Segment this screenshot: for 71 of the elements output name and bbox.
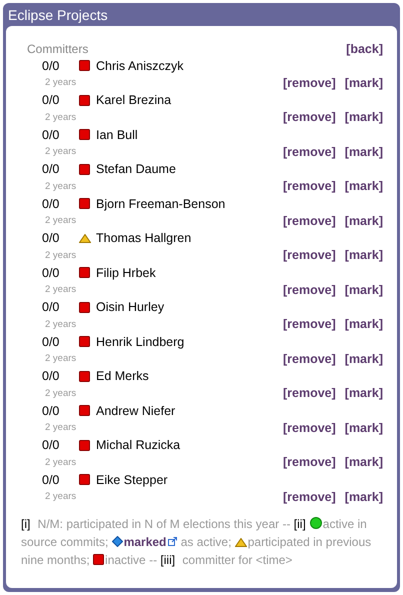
mark-link[interactable]: [mark] <box>344 352 383 366</box>
mark-link[interactable]: [mark] <box>344 214 383 228</box>
remove-link[interactable]: [remove] <box>282 144 336 159</box>
mark-link[interactable]: [mark] <box>344 144 383 159</box>
tenure-text: 2 years <box>45 146 76 158</box>
tenure-text: 2 years <box>45 215 76 226</box>
committer-name: Henrik Lindberg <box>96 334 184 348</box>
mark-link[interactable]: [mark] <box>344 282 383 297</box>
remove-link[interactable]: [remove] <box>282 248 336 262</box>
remove-link[interactable]: [remove] <box>282 282 336 297</box>
remove-link[interactable]: [remove] <box>282 455 336 470</box>
committer-name: Ed Merks <box>96 369 149 383</box>
marked-link[interactable]: marked <box>124 534 178 548</box>
committer-name: Stefan Daume <box>96 162 176 176</box>
section-heading: Committers <box>27 42 88 56</box>
committer-name: Bjorn Freeman-Benson <box>96 196 226 210</box>
committer-name: Chris Aniszczyk <box>96 58 184 72</box>
committer-name: Filip Hrbek <box>96 266 156 280</box>
election-count: 0/0 <box>42 300 60 314</box>
remove-link[interactable]: [remove] <box>282 214 336 228</box>
committer-name: Andrew Niefer <box>96 404 176 418</box>
election-count: 0/0 <box>42 196 60 210</box>
committer-name: Ian Bull <box>96 128 138 142</box>
election-count: 0/0 <box>42 369 60 383</box>
election-count: 0/0 <box>42 404 60 418</box>
tenure-text: 2 years <box>45 112 76 123</box>
tenure-text: 2 years <box>45 318 76 330</box>
remove-link[interactable]: [remove] <box>282 490 336 504</box>
election-count: 0/0 <box>42 334 60 348</box>
remove-link[interactable]: [remove] <box>282 110 336 124</box>
committer-name: Eike Stepper <box>96 472 168 486</box>
mark-link[interactable]: [mark] <box>344 248 383 262</box>
panel-title: Eclipse Projects <box>7 6 109 25</box>
tenure-text: 2 years <box>45 422 76 434</box>
tenure-text: 2 years <box>45 491 76 502</box>
tenure-text: 2 years <box>45 284 76 296</box>
remove-link[interactable]: [remove] <box>282 317 336 332</box>
mark-link[interactable]: [mark] <box>344 490 383 504</box>
election-count: 0/0 <box>42 231 60 245</box>
mark-link[interactable]: [mark] <box>344 76 383 90</box>
election-count: 0/0 <box>42 472 60 486</box>
election-count: 0/0 <box>42 58 60 72</box>
election-count: 0/0 <box>42 162 60 176</box>
tenure-text: 2 years <box>45 250 76 261</box>
remove-link[interactable]: [remove] <box>282 352 336 366</box>
tenure-text: 2 years <box>45 388 76 399</box>
remove-link[interactable]: [remove] <box>282 76 336 90</box>
mark-link[interactable]: [mark] <box>344 317 383 332</box>
mark-link[interactable]: [mark] <box>344 179 383 194</box>
election-count: 0/0 <box>42 93 60 107</box>
committer-name: Oisin Hurley <box>96 300 164 314</box>
back-link[interactable]: [back] <box>346 42 383 56</box>
remove-link[interactable]: [remove] <box>282 179 336 194</box>
committer-name: Karel Brezina <box>96 93 172 107</box>
legend-text: [i] N/M: participated in N of M elections this year -- [ii] active in source commits; marked as active; participated in previous nine months; inactive -- [iii] committer for <time> <box>21 516 372 568</box>
tenure-text: 2 years <box>45 353 76 364</box>
election-count: 0/0 <box>42 438 60 452</box>
mark-link[interactable]: [mark] <box>344 110 383 124</box>
mark-link[interactable]: [mark] <box>344 420 383 435</box>
external-link-icon <box>168 536 178 546</box>
remove-link[interactable]: [remove] <box>282 420 336 435</box>
committer-name: Michal Ruzicka <box>96 438 180 452</box>
tenure-text: 2 years <box>45 180 76 192</box>
mark-link[interactable]: [mark] <box>344 455 383 470</box>
election-count: 0/0 <box>42 266 60 280</box>
tenure-text: 2 years <box>45 456 76 468</box>
committer-name: Thomas Hallgren <box>96 231 192 245</box>
mark-link[interactable]: [mark] <box>344 386 383 400</box>
remove-link[interactable]: [remove] <box>282 386 336 400</box>
tenure-text: 2 years <box>45 77 76 88</box>
election-count: 0/0 <box>42 128 60 142</box>
